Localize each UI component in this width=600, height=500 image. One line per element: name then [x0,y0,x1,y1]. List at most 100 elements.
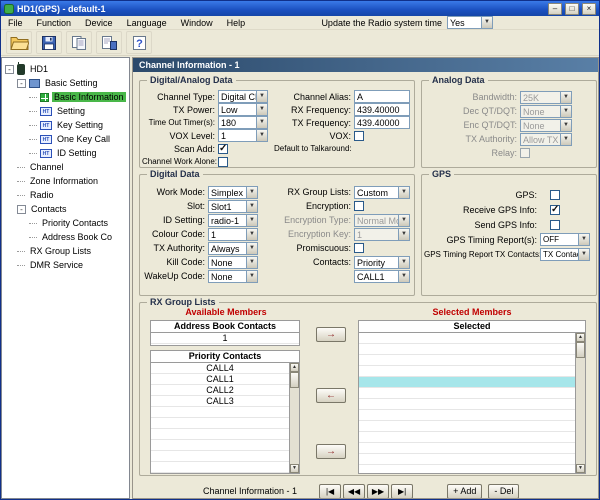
scroll-down-icon[interactable]: ▼ [290,464,299,473]
gps-timing-report-select[interactable]: OFF ▼ [540,233,590,246]
list-row[interactable] [359,399,575,410]
list-row[interactable] [359,388,575,399]
add-address-contact-button[interactable]: → [316,327,346,342]
tree-item-key-setting[interactable]: Key Setting [2,118,129,132]
dropdown-arrow-icon[interactable]: ▼ [481,17,492,28]
tree-item-hd1[interactable]: - HD1 [2,62,129,76]
list-row[interactable] [359,443,575,454]
contacts-call-select[interactable]: CALL1 ▼ [354,269,410,283]
dropdown-arrow-icon[interactable]: ▼ [246,186,257,198]
open-file-button[interactable] [6,31,32,54]
list-row[interactable]: CALL3 [151,396,289,407]
kill-code-select[interactable]: None ▼ [208,255,258,269]
list-row[interactable] [359,366,575,377]
save-button[interactable] [36,31,62,54]
list-row[interactable]: CALL2 [151,385,289,396]
channel-work-alone-checkbox[interactable] [218,156,228,167]
slot-select[interactable]: Slot1 ▼ [208,199,258,213]
delete-channel-button[interactable]: - Del [488,483,520,498]
tree-item-channel[interactable]: Channel [2,160,129,174]
list-row[interactable] [151,440,289,451]
scroll-down-icon[interactable]: ▼ [576,464,585,473]
dropdown-arrow-icon[interactable]: ▼ [398,186,409,198]
dropdown-arrow-icon[interactable]: ▼ [246,200,257,212]
list-row[interactable] [151,407,289,418]
first-record-button[interactable]: |◀ [319,483,342,498]
list-row[interactable] [359,421,575,432]
work-mode-select[interactable]: Simplex ▼ [208,185,258,199]
menu-device[interactable]: Device [78,16,120,30]
tree-item-id-setting[interactable]: ID Setting [2,146,129,160]
send-gps-info-checkbox[interactable] [550,219,560,230]
list-row[interactable] [359,410,575,421]
list-row[interactable] [359,465,575,473]
tree-item-zone-information[interactable]: Zone Information [2,174,129,188]
dropdown-arrow-icon[interactable]: ▼ [246,242,257,254]
vox-level-select[interactable]: 1 ▼ [218,129,268,142]
update-radio-time-select[interactable]: Yes ▼ [447,16,493,29]
tree-item-contacts[interactable]: - Contacts [2,202,129,216]
dropdown-arrow-icon[interactable]: ▼ [398,256,409,268]
list-row[interactable]: CALL4 [151,363,289,374]
tree-expander-icon[interactable]: - [17,78,26,88]
menu-file[interactable]: File [1,16,30,30]
menu-window[interactable]: Window [174,16,220,30]
scroll-up-icon[interactable]: ▲ [576,333,585,342]
rx-frequency-input[interactable]: 439.40000 [354,103,410,116]
scroll-thumb[interactable] [290,372,299,388]
dropdown-arrow-icon[interactable]: ▼ [256,117,267,128]
digital-tx-authority-select[interactable]: Always ▼ [208,241,258,255]
time-out-timer-select[interactable]: 180 ▼ [218,116,268,129]
dropdown-arrow-icon[interactable]: ▼ [256,91,267,102]
list-row[interactable] [359,333,575,344]
list-row[interactable]: CALL1 [151,374,289,385]
list-row[interactable] [359,432,575,443]
dropdown-arrow-icon[interactable]: ▼ [578,234,589,245]
list-row[interactable] [359,377,575,388]
vox-checkbox[interactable] [354,130,364,141]
wakeup-code-select[interactable]: None ▼ [208,269,258,283]
channel-alias-input[interactable]: A [354,90,410,103]
remove-selected-button[interactable]: ← [316,388,346,403]
selected-scrollbar[interactable]: ▲ ▼ [575,333,585,473]
contacts-select[interactable]: Priority ▼ [354,255,410,269]
read-from-radio-button[interactable] [66,31,92,54]
tree-item-basic-setting[interactable]: - Basic Setting [2,76,129,90]
list-row[interactable] [359,344,575,355]
tree-expander-icon[interactable]: - [5,64,14,74]
colour-code-select[interactable]: 1 ▼ [208,227,258,241]
menu-help[interactable]: Help [220,16,253,30]
add-channel-button[interactable]: + Add [447,483,483,498]
tree-item-setting[interactable]: Setting [2,104,129,118]
promiscuous-checkbox[interactable] [354,243,364,253]
id-setting-select[interactable]: radio-1 ▼ [208,213,258,227]
priority-scrollbar[interactable]: ▲ ▼ [289,363,299,473]
menu-language[interactable]: Language [120,16,174,30]
gps-checkbox[interactable] [550,189,560,200]
dropdown-arrow-icon[interactable]: ▼ [578,249,589,260]
help-button[interactable]: ? [126,31,152,54]
last-record-button[interactable]: ▶| [391,483,414,498]
list-row[interactable]: 1 [151,333,299,344]
tree-item-address-book-co[interactable]: Address Book Co [2,230,129,244]
channel-type-select[interactable]: Digital CH▼ [218,90,268,103]
tx-frequency-input[interactable]: 439.40000 [354,116,410,129]
minimize-button[interactable]: – [548,2,562,15]
list-row[interactable] [151,462,289,473]
dropdown-arrow-icon[interactable]: ▼ [256,104,267,115]
list-row[interactable] [151,451,289,462]
rx-group-lists-select[interactable]: Custom ▼ [354,185,410,199]
list-row[interactable] [359,355,575,366]
dropdown-arrow-icon[interactable]: ▼ [398,270,409,282]
dropdown-arrow-icon[interactable]: ▼ [256,130,267,141]
receive-gps-info-checkbox[interactable] [550,204,560,215]
encryption-checkbox[interactable] [354,201,364,211]
scroll-up-icon[interactable]: ▲ [290,363,299,372]
list-row[interactable] [151,418,289,429]
tree-item-rx-group-lists[interactable]: RX Group Lists [2,244,129,258]
gps-timing-report-tx-contacts-select[interactable]: TX Contact▼ [540,248,590,261]
tree-item-basic-information[interactable]: Basic Information [2,90,129,104]
tx-power-select[interactable]: Low ▼ [218,103,268,116]
write-to-radio-button[interactable] [96,31,122,54]
tree-expander-icon[interactable]: - [17,204,26,214]
